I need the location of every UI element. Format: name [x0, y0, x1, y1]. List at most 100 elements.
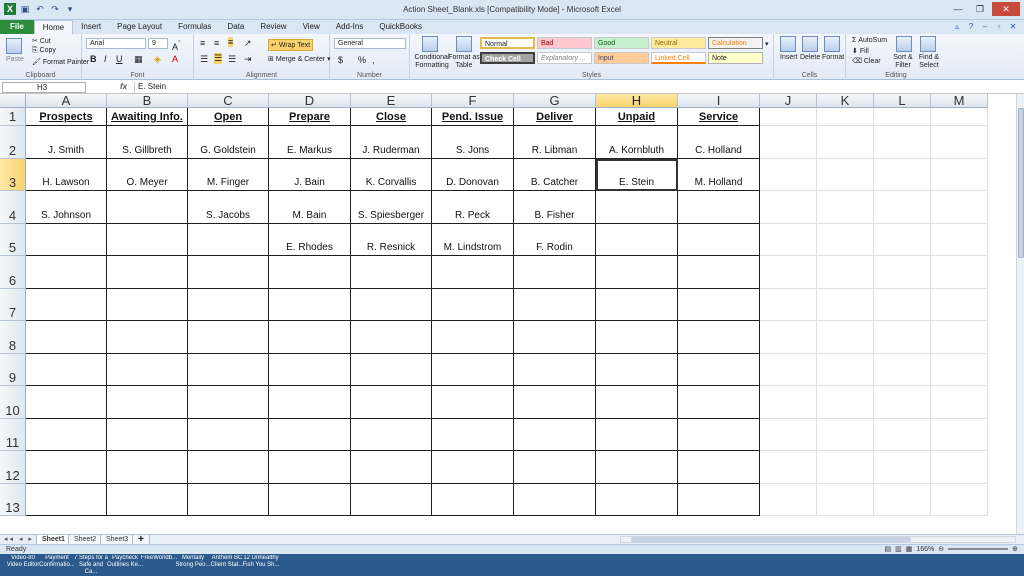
cell-a10[interactable] — [26, 386, 107, 419]
name-box[interactable]: H3 — [2, 82, 86, 93]
cell-i7[interactable] — [678, 288, 760, 321]
cell-g3[interactable]: B. Catcher — [514, 158, 596, 191]
cell-d2[interactable]: E. Markus — [269, 126, 351, 159]
cell-k5[interactable] — [817, 223, 874, 256]
workbook-close-icon[interactable]: ✕ — [1008, 22, 1018, 32]
cell-h12[interactable] — [596, 451, 678, 484]
cell-k3[interactable] — [817, 158, 874, 191]
format-as-table-icon[interactable] — [456, 36, 472, 52]
cell-i9[interactable] — [678, 353, 760, 386]
column-header-h[interactable]: H — [596, 94, 678, 108]
cell-b4[interactable] — [107, 191, 188, 224]
sort-filter-icon[interactable] — [896, 36, 912, 52]
paste-button[interactable]: Paste — [6, 56, 24, 63]
taskbar-item[interactable]: Payment Confirmatio... — [38, 555, 76, 575]
cell-h9[interactable] — [596, 353, 678, 386]
help-icon[interactable]: ? — [966, 22, 976, 32]
taskbar-item[interactable]: FreeWorldb... — [140, 555, 178, 575]
cell-f1[interactable]: Pend. Issue — [432, 108, 514, 126]
row-header-4[interactable]: 4 — [0, 191, 26, 224]
find-select-button[interactable]: Find & Select — [916, 54, 942, 70]
zoom-level[interactable]: 166% — [916, 546, 934, 553]
cell-j3[interactable] — [760, 158, 817, 191]
cell-d6[interactable] — [269, 256, 351, 289]
column-header-m[interactable]: M — [931, 94, 988, 108]
cell-c7[interactable] — [188, 288, 269, 321]
fill-button[interactable]: ⬇ Fill — [852, 47, 869, 55]
fill-color-icon[interactable]: ◈ — [154, 54, 161, 65]
cell-e7[interactable] — [351, 288, 432, 321]
cell-j1[interactable] — [760, 108, 817, 126]
cell-h13[interactable] — [596, 483, 678, 516]
grow-font-icon[interactable]: Aˆ — [172, 39, 181, 52]
row-header-5[interactable]: 5 — [0, 223, 26, 256]
workbook-restore-icon[interactable]: ▫ — [994, 22, 1004, 32]
cell-i8[interactable] — [678, 321, 760, 354]
cell-h1[interactable]: Unpaid — [596, 108, 678, 126]
cell-b9[interactable] — [107, 353, 188, 386]
cell-j6[interactable] — [760, 256, 817, 289]
row-header-1[interactable]: 1 — [0, 108, 26, 126]
column-header-f[interactable]: F — [432, 94, 514, 108]
percent-icon[interactable]: % — [358, 55, 366, 65]
cell-m13[interactable] — [931, 483, 988, 516]
cell-l6[interactable] — [874, 256, 931, 289]
row-header-7[interactable]: 7 — [0, 288, 26, 321]
cell-j5[interactable] — [760, 223, 817, 256]
cell-e5[interactable]: R. Resnick — [351, 223, 432, 256]
cell-h8[interactable] — [596, 321, 678, 354]
cell-l10[interactable] — [874, 386, 931, 419]
cell-e9[interactable] — [351, 353, 432, 386]
cell-k12[interactable] — [817, 451, 874, 484]
cell-e1[interactable]: Close — [351, 108, 432, 126]
cell-d7[interactable] — [269, 288, 351, 321]
conditional-formatting-icon[interactable] — [422, 36, 438, 52]
cell-b7[interactable] — [107, 288, 188, 321]
align-left-icon[interactable]: ☰ — [200, 54, 208, 65]
cell-b11[interactable] — [107, 418, 188, 451]
cell-m1[interactable] — [931, 108, 988, 126]
row-header-8[interactable]: 8 — [0, 321, 26, 354]
column-header-l[interactable]: L — [874, 94, 931, 108]
cell-g11[interactable] — [514, 418, 596, 451]
tab-data[interactable]: Data — [219, 20, 252, 34]
vertical-scroll-thumb[interactable] — [1018, 108, 1024, 258]
cell-k7[interactable] — [817, 288, 874, 321]
column-header-c[interactable]: C — [188, 94, 269, 108]
clear-button[interactable]: ⌫ Clear — [852, 57, 881, 65]
sort-filter-button[interactable]: Sort & Filter — [892, 54, 914, 70]
cell-a9[interactable] — [26, 353, 107, 386]
cell-a11[interactable] — [26, 418, 107, 451]
cell-a12[interactable] — [26, 451, 107, 484]
cell-j11[interactable] — [760, 418, 817, 451]
cell-c2[interactable]: G. Goldstein — [188, 126, 269, 159]
cell-l5[interactable] — [874, 223, 931, 256]
normal-view-icon[interactable]: ▤ — [884, 545, 891, 553]
cell-l8[interactable] — [874, 321, 931, 354]
zoom-slider[interactable] — [948, 548, 1009, 550]
taskbar-item[interactable]: Anthem BC Client Stat... — [208, 555, 246, 575]
cell-i5[interactable] — [678, 223, 760, 256]
cell-d3[interactable]: J. Bain — [269, 158, 351, 191]
cell-l2[interactable] — [874, 126, 931, 159]
row-header-3[interactable]: 3 — [0, 158, 26, 191]
tab-page-layout[interactable]: Page Layout — [109, 20, 170, 34]
cell-j12[interactable] — [760, 451, 817, 484]
cell-b8[interactable] — [107, 321, 188, 354]
tab-formulas[interactable]: Formulas — [170, 20, 219, 34]
cell-h6[interactable] — [596, 256, 678, 289]
delete-cells-icon[interactable] — [802, 36, 818, 52]
formula-input[interactable]: E. Stein — [134, 82, 1012, 93]
cell-c1[interactable]: Open — [188, 108, 269, 126]
cell-g8[interactable] — [514, 321, 596, 354]
cell-c6[interactable] — [188, 256, 269, 289]
cell-m2[interactable] — [931, 126, 988, 159]
cell-l9[interactable] — [874, 353, 931, 386]
row-header-6[interactable]: 6 — [0, 256, 26, 289]
cell-g2[interactable]: R. Libman — [514, 126, 596, 159]
column-header-b[interactable]: B — [107, 94, 188, 108]
cell-g4[interactable]: B. Fisher — [514, 191, 596, 224]
cell-h11[interactable] — [596, 418, 678, 451]
cell-i11[interactable] — [678, 418, 760, 451]
tab-view[interactable]: View — [295, 20, 328, 34]
